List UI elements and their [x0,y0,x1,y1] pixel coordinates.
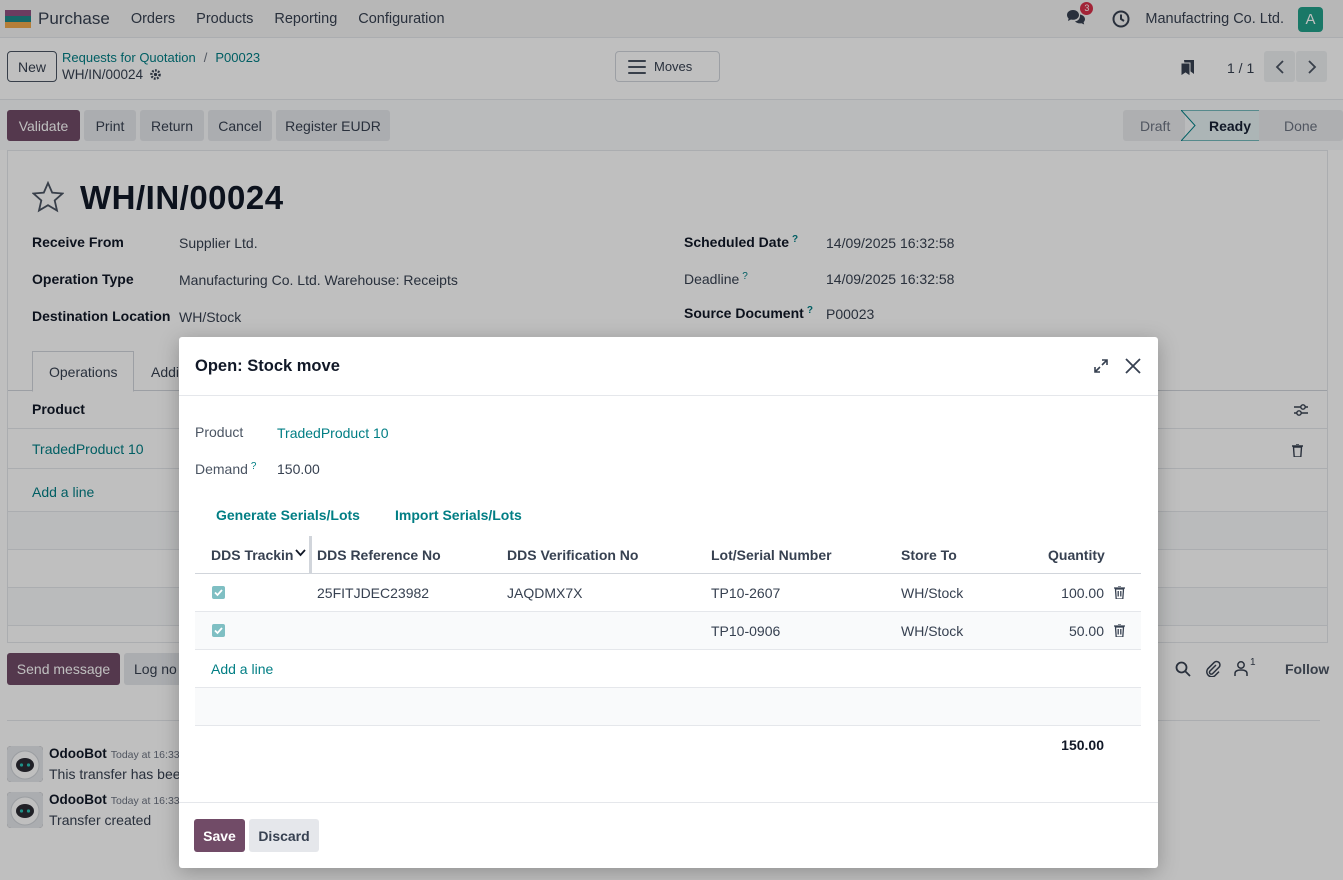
empty-row [195,688,1141,726]
col-dds-reference[interactable]: DDS Reference No [317,547,441,563]
generate-serials-button[interactable]: Generate Serials/Lots [216,507,360,523]
lot-serial-cell[interactable]: TP10-2607 [711,585,780,601]
help-icon[interactable]: ? [251,461,257,472]
trash-icon[interactable] [1114,624,1125,637]
col-dds-tracking[interactable]: DDS Tracking [211,547,294,563]
table-row[interactable]: TP10-0906 WH/Stock 50.00 [195,612,1141,650]
store-to-cell[interactable]: WH/Stock [901,623,963,639]
col-store-to[interactable]: Store To [901,547,957,563]
quantity-cell[interactable]: 50.00 [1069,623,1104,639]
dds-reference-cell[interactable]: 25FITJDEC23982 [317,585,429,601]
checkmark-icon [214,627,223,635]
demand-label: Demand? [195,461,256,477]
quantity-total: 150.00 [1061,737,1104,753]
dds-tracking-checkbox[interactable] [212,586,225,599]
dialog-title: Open: Stock move [195,357,340,375]
stage-ready[interactable]: Ready [1185,110,1259,141]
store-to-cell[interactable]: WH/Stock [901,585,963,601]
save-button[interactable]: Save [194,819,245,852]
trash-icon[interactable] [1114,586,1125,599]
lot-serial-cell[interactable]: TP10-0906 [711,623,780,639]
add-line-row: Add a line [195,650,1141,688]
table-row[interactable]: 25FITJDEC23982 JAQDMX7X TP10-2607 WH/Sto… [195,574,1141,612]
dds-tracking-checkbox[interactable] [212,624,225,637]
demand-value: 150.00 [277,461,320,477]
discard-button[interactable]: Discard [249,819,319,852]
product-label: Product [195,424,244,440]
col-quantity[interactable]: Quantity [1048,547,1105,563]
add-line-link[interactable]: Add a line [211,661,273,677]
stock-move-dialog: Open: Stock move Product TradedProduct 1… [179,337,1158,868]
dialog-footer: Save Discard [179,802,1158,868]
col-lot-serial[interactable]: Lot/Serial Number [711,547,832,563]
product-link[interactable]: TradedProduct 10 [277,425,389,441]
demand-label-text: Demand [195,461,248,477]
totals-row: 150.00 [195,726,1141,764]
move-lines-header: DDS Tracking DDS Reference No DDS Verifi… [195,536,1141,574]
column-resize-handle[interactable] [309,536,312,573]
import-serials-button[interactable]: Import Serials/Lots [395,507,522,523]
dialog-header: Open: Stock move [179,337,1158,396]
close-icon[interactable] [1124,357,1142,375]
quantity-cell[interactable]: 100.00 [1061,585,1104,601]
expand-icon[interactable] [1093,358,1109,374]
col-dds-verification[interactable]: DDS Verification No [507,547,638,563]
dds-verification-cell[interactable]: JAQDMX7X [507,585,582,601]
chevron-down-icon[interactable] [295,549,306,557]
checkmark-icon [214,589,223,597]
